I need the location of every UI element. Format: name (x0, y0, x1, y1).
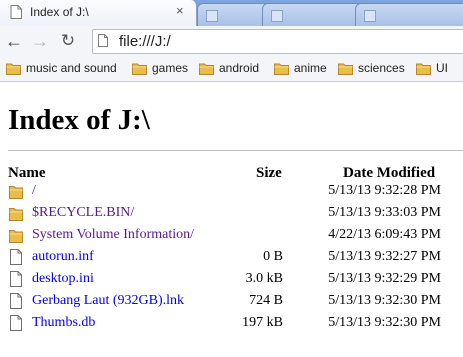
table-row: System Volume Information/4/22/13 6:09:4… (0, 225, 463, 247)
bookmark-label: music and sound (26, 61, 117, 75)
table-row: Thumbs.db 197 kB 5/13/13 9:32:30 PM (0, 313, 463, 335)
date-modified: 5/13/13 9:32:30 PM (328, 293, 441, 308)
file-size: 0 B (263, 249, 283, 264)
date-modified: 5/13/13 9:32:30 PM (328, 315, 441, 330)
file-link[interactable]: Gerbang Laut (932GB).lnk (32, 293, 184, 309)
date-modified: 5/13/13 9:32:27 PM (328, 249, 441, 264)
column-header-name[interactable]: Name (8, 165, 46, 182)
date-modified: 5/13/13 9:32:29 PM (328, 271, 441, 286)
table-row: autorun.inf 0 B 5/13/13 9:32:27 PM (0, 247, 463, 269)
page-icon (98, 34, 108, 47)
folder-icon (9, 186, 23, 199)
folder-icon (132, 63, 147, 75)
file-icon (10, 271, 22, 287)
file-link[interactable]: $RECYCLE.BIN/ (32, 205, 134, 221)
folder-icon (338, 63, 353, 75)
background-tab[interactable] (355, 3, 463, 26)
file-size: 3.0 kB (245, 271, 283, 286)
folder-icon (9, 208, 23, 221)
table-row: $RECYCLE.BIN/5/13/13 9:33:03 PM (0, 203, 463, 225)
bookmarks-bar: music and sound games android anime scie… (0, 57, 463, 82)
tab-active[interactable]: Index of J:\ × (0, 0, 197, 26)
folder-icon (199, 63, 214, 75)
tab-title: Index of J:\ (30, 5, 89, 19)
page-icon (10, 5, 22, 19)
address-bar[interactable] (92, 29, 463, 54)
background-tab[interactable] (262, 3, 364, 26)
file-icon (10, 293, 22, 309)
bookmark-label: games (152, 61, 189, 75)
page-icon (206, 10, 218, 22)
file-size: 724 B (249, 293, 283, 308)
file-icon (10, 249, 22, 265)
close-icon[interactable]: × (176, 3, 184, 19)
page-icon (364, 10, 376, 22)
page-icon (271, 10, 283, 22)
toolbar: ← → ↻ (0, 26, 463, 57)
forward-button[interactable]: → (30, 32, 50, 52)
column-header-size[interactable]: Size (256, 165, 282, 182)
bookmark-label: android (219, 61, 260, 75)
bookmark-label: anime (294, 61, 327, 75)
back-button[interactable]: ← (4, 32, 24, 52)
tab-strip: Index of J:\ × (0, 0, 463, 26)
file-icon (10, 315, 22, 331)
folder-icon (274, 63, 289, 75)
date-modified: 5/13/13 9:32:28 PM (328, 183, 441, 198)
table-row: / 5/13/13 9:32:28 PM (0, 181, 463, 203)
file-link[interactable]: autorun.inf (32, 249, 94, 265)
divider (8, 150, 463, 151)
bookmark-label: UI (436, 61, 448, 75)
column-header-date-modified[interactable]: Date Modified (343, 165, 435, 182)
file-link[interactable]: System Volume Information/ (32, 227, 194, 243)
reload-button[interactable]: ↻ (58, 32, 78, 52)
date-modified: 4/22/13 6:09:43 PM (328, 227, 441, 242)
folder-icon (416, 63, 431, 75)
url-input[interactable] (119, 33, 459, 50)
file-link[interactable]: desktop.ini (32, 271, 94, 287)
table-row: Gerbang Laut (932GB).lnk 724 B 5/13/13 9:3… (0, 291, 463, 313)
date-modified: 5/13/13 9:33:03 PM (328, 205, 441, 220)
table-row: desktop.ini 3.0 kB 5/13/13 9:32:29 PM (0, 269, 463, 291)
file-link[interactable]: Thumbs.db (32, 315, 95, 331)
folder-icon (6, 63, 21, 75)
page-title: Index of J:\ (8, 104, 150, 136)
file-size: 197 kB (242, 315, 283, 330)
bookmark-label: sciences (358, 61, 405, 75)
folder-icon (9, 230, 23, 243)
file-link[interactable]: / (32, 183, 36, 199)
